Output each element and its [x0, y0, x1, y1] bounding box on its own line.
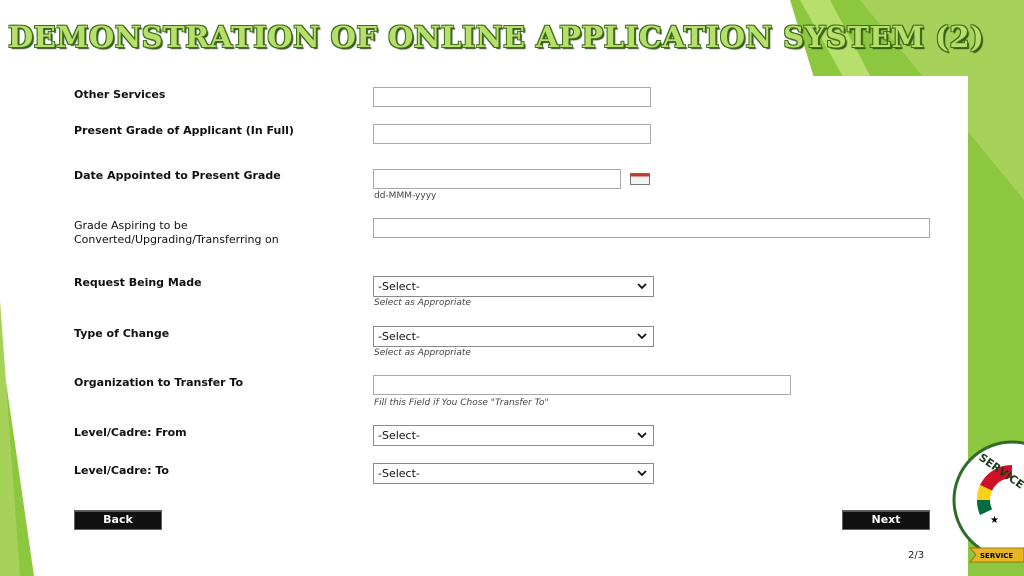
chevron-down-icon: [637, 470, 647, 477]
request-hint: Select as Appropriate: [374, 298, 471, 308]
next-button[interactable]: Next: [842, 510, 930, 530]
type-of-change-select[interactable]: -Select-: [373, 326, 654, 347]
page-number: 2/3: [908, 550, 925, 561]
date-appointed-input[interactable]: [373, 169, 621, 189]
type-of-change-label: Type of Change: [74, 327, 170, 340]
other-services-input[interactable]: [373, 87, 651, 107]
level-from-label: Level/Cadre: From: [74, 426, 187, 439]
level-from-value: -Select-: [378, 429, 420, 442]
chevron-down-icon: [637, 333, 647, 340]
grade-aspiring-input[interactable]: [373, 218, 930, 238]
chevron-down-icon: [637, 432, 647, 439]
emblem-ribbon-text: SERVICE: [980, 552, 1013, 560]
request-select[interactable]: -Select-: [373, 276, 654, 297]
present-grade-label: Present Grade of Applicant (In Full): [74, 124, 294, 137]
back-button[interactable]: Back: [74, 510, 162, 530]
present-grade-input[interactable]: [373, 124, 651, 144]
slide-title: DEMONSTRATION OF ONLINE APPLICATION SYST…: [8, 20, 985, 54]
request-label: Request Being Made: [74, 276, 202, 289]
organization-input[interactable]: [373, 375, 791, 395]
calendar-icon[interactable]: [630, 173, 650, 185]
grade-aspiring-label: Grade Aspiring to be Converted/Upgrading…: [74, 219, 279, 246]
type-of-change-hint: Select as Appropriate: [374, 348, 471, 358]
chevron-down-icon: [637, 283, 647, 290]
application-form: Other Services Present Grade of Applican…: [38, 76, 968, 576]
organization-label: Organization to Transfer To: [74, 376, 244, 389]
level-to-select[interactable]: -Select-: [373, 463, 654, 484]
civil-service-emblem: SERVICE ★ SERVICE: [952, 440, 1024, 563]
level-to-value: -Select-: [378, 467, 420, 480]
level-to-label: Level/Cadre: To: [74, 464, 169, 477]
svg-text:★: ★: [990, 515, 999, 526]
date-format-hint: dd-MMM-yyyy: [374, 191, 437, 201]
level-from-select[interactable]: -Select-: [373, 425, 654, 446]
organization-hint: Fill this Field if You Chose "Transfer T…: [374, 398, 549, 408]
type-of-change-value: -Select-: [378, 330, 420, 343]
date-appointed-label: Date Appointed to Present Grade: [74, 169, 281, 182]
request-select-value: -Select-: [378, 280, 420, 293]
other-services-label: Other Services: [74, 88, 166, 101]
